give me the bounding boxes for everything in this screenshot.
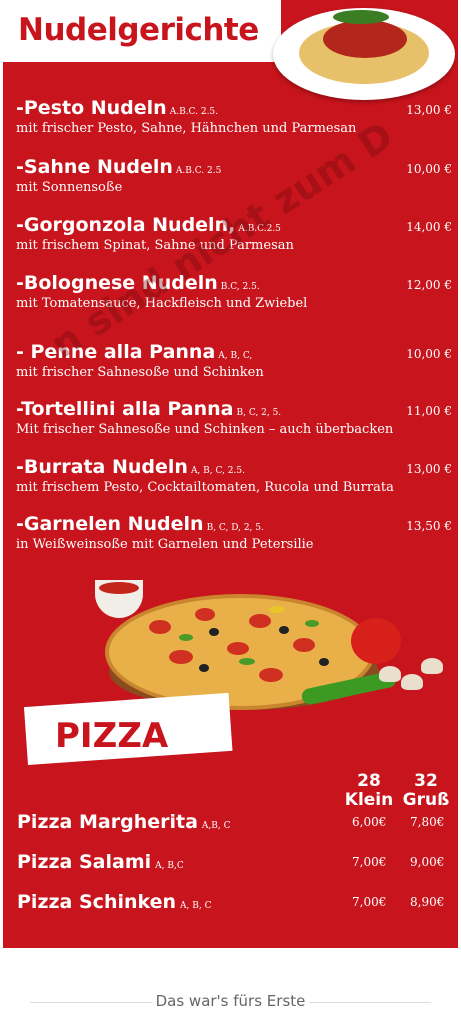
dish-price: 13,00 €: [406, 462, 452, 476]
size-large-number: 32: [414, 771, 438, 791]
dish-name: -Pesto Nudeln: [16, 97, 167, 119]
dish-name: -Bolognese Nudeln: [16, 272, 218, 294]
footer: Das war's fürs Erste: [0, 992, 461, 1010]
noodles-title: Nudelgerichte: [18, 12, 259, 48]
dish-allergens: A.B.C. 2.5: [175, 166, 222, 176]
dish-price: 10,00 €: [406, 162, 452, 176]
dish-name: -Garnelen Nudeln: [16, 513, 204, 535]
footer-text: Das war's fürs Erste: [151, 992, 310, 1010]
dish-description: mit Sonnensoße: [16, 180, 123, 195]
size-small-number: 28: [357, 771, 381, 791]
dish-description: mit frischer Sahnesoße und Schinken: [16, 365, 264, 380]
pasta-plate-image: [273, 8, 455, 100]
dish-price: 13,50 €: [406, 519, 452, 533]
dish-allergens: B.C, 2.5.: [220, 282, 260, 292]
dish-description: mit frischer Pesto, Sahne, Hähnchen und …: [16, 121, 357, 136]
pizza-allergens: A, B,C: [155, 861, 184, 871]
pizza-price-large: 9,00€: [410, 855, 445, 869]
menu-page: Nudelgerichte -Pesto Nudeln A.B.C. 2.5. m…: [3, 0, 458, 948]
dish-description: in Weißweinsoße mit Garnelen und Petersi…: [16, 537, 314, 552]
pizza-price-large: 7,80€: [410, 815, 445, 829]
size-small-header: 28 Klein: [340, 772, 398, 810]
size-large-header: 32 Gruß: [399, 772, 453, 810]
pizza-title: PIZZA: [55, 716, 169, 756]
dish-price: 14,00 €: [406, 220, 452, 234]
dish-allergens: B, C, D, 2, 5.: [206, 523, 264, 533]
dish-allergens: A.B.C. 2.5.: [169, 107, 219, 117]
dish-name: -Burrata Nudeln: [16, 456, 188, 478]
dish-allergens: A, B, C, 2.5.: [190, 466, 245, 476]
dish-allergens: A, B, C,: [218, 351, 253, 361]
dish-allergens: B, C, 2, 5.: [236, 408, 282, 418]
dish-price: 10,00 €: [406, 347, 452, 361]
pizza-price-small: 7,00€: [352, 855, 387, 869]
pizza-price-small: 6,00€: [352, 815, 387, 829]
dish-name: - Penne alla Panna: [16, 341, 216, 363]
dish-price: 11,00 €: [406, 404, 452, 418]
pizza-name: Pizza Margherita: [17, 811, 198, 833]
dish-name: -Sahne Nudeln: [16, 156, 173, 178]
title-banner: Nudelgerichte: [3, 0, 281, 62]
dish-price: 13,00 €: [406, 103, 452, 117]
pizza-allergens: A, B, C: [180, 901, 212, 911]
pizza-price-small: 7,00€: [352, 895, 387, 909]
pizza-name: Pizza Salami: [17, 851, 152, 873]
pizza-price-large: 8,90€: [410, 895, 445, 909]
dish-description: mit frischem Pesto, Cocktailtomaten, Ruc…: [16, 480, 394, 495]
size-small-label: Klein: [344, 790, 394, 810]
dish-allergens: A.B.C.2.5: [238, 224, 281, 234]
pizza-allergens: A,B, C: [201, 821, 231, 831]
dish-description: mit Tomatensauce, Hackfleisch und Zwiebe…: [16, 296, 308, 311]
size-large-label: Gruß: [402, 790, 450, 810]
dish-description: Mit frischer Sahnesoße und Schinken – au…: [16, 422, 394, 437]
dish-name: -Tortellini alla Panna: [16, 398, 234, 420]
dish-description: mit frischem Spinat, Sahne und Parmesan: [16, 238, 294, 253]
dish-name: -Gorgonzola Nudeln,: [16, 214, 236, 236]
pizza-name: Pizza Schinken: [17, 891, 177, 913]
dish-price: 12,00 €: [406, 278, 452, 292]
